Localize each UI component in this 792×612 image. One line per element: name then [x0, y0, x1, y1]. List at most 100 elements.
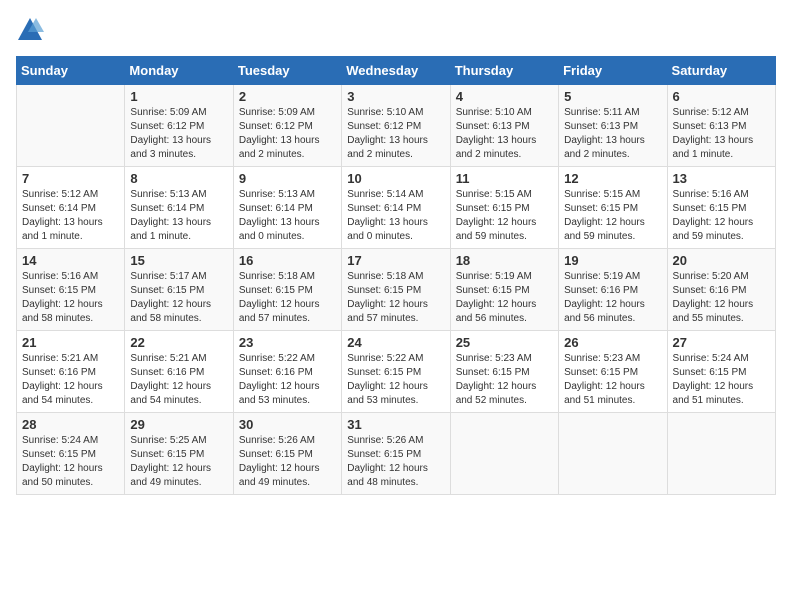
day-number: 24 [347, 335, 444, 350]
logo-icon [16, 16, 44, 44]
day-number: 18 [456, 253, 553, 268]
calendar-cell: 2 Sunrise: 5:09 AM Sunset: 6:12 PM Daylig… [233, 85, 341, 167]
day-info: Sunrise: 5:15 AM Sunset: 6:15 PM Dayligh… [564, 188, 661, 244]
day-number: 20 [673, 253, 770, 268]
page-header [16, 16, 776, 44]
col-monday: Monday [125, 57, 233, 85]
day-info: Sunrise: 5:09 AM Sunset: 6:12 PM Dayligh… [130, 106, 227, 162]
day-info: Sunrise: 5:09 AM Sunset: 6:12 PM Dayligh… [239, 106, 336, 162]
calendar-table: Sunday Monday Tuesday Wednesday Thursday… [16, 56, 776, 495]
calendar-cell: 30 Sunrise: 5:26 AM Sunset: 6:15 PM Dayli… [233, 413, 341, 495]
day-info: Sunrise: 5:10 AM Sunset: 6:12 PM Dayligh… [347, 106, 444, 162]
day-info: Sunrise: 5:16 AM Sunset: 6:15 PM Dayligh… [22, 270, 119, 326]
day-info: Sunrise: 5:11 AM Sunset: 6:13 PM Dayligh… [564, 106, 661, 162]
day-number: 13 [673, 171, 770, 186]
calendar-cell: 31 Sunrise: 5:26 AM Sunset: 6:15 PM Dayli… [342, 413, 450, 495]
calendar-cell: 6Sunrise: 5:12 AM Sunset: 6:13 PM Daylig… [667, 85, 775, 167]
calendar-cell: 4 Sunrise: 5:10 AM Sunset: 6:13 PM Daylig… [450, 85, 558, 167]
day-info: Sunrise: 5:25 AM Sunset: 6:15 PM Dayligh… [130, 434, 227, 490]
calendar-cell: 21Sunrise: 5:21 AM Sunset: 6:16 PM Dayli… [17, 331, 125, 413]
col-saturday: Saturday [667, 57, 775, 85]
day-number: 23 [239, 335, 336, 350]
calendar-cell: 12 Sunrise: 5:15 AM Sunset: 6:15 PM Dayli… [559, 167, 667, 249]
calendar-cell: 24 Sunrise: 5:22 AM Sunset: 6:15 PM Dayli… [342, 331, 450, 413]
day-number: 3 [347, 89, 444, 104]
day-info: Sunrise: 5:26 AM Sunset: 6:15 PM Dayligh… [239, 434, 336, 490]
calendar-cell: 27 Sunrise: 5:24 AM Sunset: 6:15 PM Dayli… [667, 331, 775, 413]
calendar-cell [17, 85, 125, 167]
calendar-week-row: 7 Sunrise: 5:12 AM Sunset: 6:14 PM Daylig… [17, 167, 776, 249]
day-info: Sunrise: 5:22 AM Sunset: 6:15 PM Dayligh… [347, 352, 444, 408]
calendar-cell: 18 Sunrise: 5:19 AM Sunset: 6:15 PM Dayli… [450, 249, 558, 331]
day-info: Sunrise: 5:13 AM Sunset: 6:14 PM Dayligh… [130, 188, 227, 244]
calendar-cell: 5 Sunrise: 5:11 AM Sunset: 6:13 PM Daylig… [559, 85, 667, 167]
day-number: 26 [564, 335, 661, 350]
calendar-cell: 23Sunrise: 5:22 AM Sunset: 6:16 PM Dayli… [233, 331, 341, 413]
day-info: Sunrise: 5:24 AM Sunset: 6:15 PM Dayligh… [673, 352, 770, 408]
day-number: 31 [347, 417, 444, 432]
day-info: Sunrise: 5:19 AM Sunset: 6:16 PM Dayligh… [564, 270, 661, 326]
day-number: 28 [22, 417, 119, 432]
col-tuesday: Tuesday [233, 57, 341, 85]
day-info: Sunrise: 5:12 AM Sunset: 6:14 PM Dayligh… [22, 188, 119, 244]
calendar-week-row: 21 Sunrise: 5:21 AM Sunset: 6:16 PM Dayli… [17, 331, 776, 413]
day-number: 15 [130, 253, 227, 268]
day-number: 29 [130, 417, 227, 432]
day-number: 27 [673, 335, 770, 350]
calendar-cell: 11 Sunrise: 5:15 AM Sunset: 6:15 PM Dayli… [450, 167, 558, 249]
day-info: Sunrise: 5:13 AM Sunset: 6:14 PM Dayligh… [239, 188, 336, 244]
day-info: Sunrise: 5:16 AM Sunset: 6:15 PM Dayligh… [673, 188, 770, 244]
calendar-week-row: 28 Sunrise: 5:24 AM Sunset: 6:15 PM Dayli… [17, 413, 776, 495]
day-info: Sunrise: 5:21 AM Sunset: 6:16 PM Dayligh… [130, 352, 227, 408]
day-number: 12 [564, 171, 661, 186]
day-number: 5 [564, 89, 661, 104]
calendar-cell: 7 Sunrise: 5:12 AM Sunset: 6:14 PM Daylig… [17, 167, 125, 249]
calendar-cell: 19 Sunrise: 5:19 AM Sunset: 6:16 PM Dayli… [559, 249, 667, 331]
calendar-cell: 28 Sunrise: 5:24 AM Sunset: 6:15 PM Dayli… [17, 413, 125, 495]
day-info: Sunrise: 5:19 AM Sunset: 6:15 PM Dayligh… [456, 270, 553, 326]
day-number: 25 [456, 335, 553, 350]
calendar-cell: 16Sunrise: 5:18 AM Sunset: 6:15 PM Dayli… [233, 249, 341, 331]
calendar-cell: 29 Sunrise: 5:25 AM Sunset: 6:15 PM Dayli… [125, 413, 233, 495]
calendar-cell: 20 Sunrise: 5:20 AM Sunset: 6:16 PM Dayli… [667, 249, 775, 331]
day-info: Sunrise: 5:14 AM Sunset: 6:14 PM Dayligh… [347, 188, 444, 244]
day-number: 19 [564, 253, 661, 268]
day-info: Sunrise: 5:12 AM Sunset: 6:13 PM Dayligh… [673, 106, 770, 162]
calendar-cell [450, 413, 558, 495]
day-number: 30 [239, 417, 336, 432]
calendar-cell: 26 Sunrise: 5:23 AM Sunset: 6:15 PM Dayli… [559, 331, 667, 413]
calendar-header-row: Sunday Monday Tuesday Wednesday Thursday… [17, 57, 776, 85]
calendar-cell: 13 Sunrise: 5:16 AM Sunset: 6:15 PM Dayli… [667, 167, 775, 249]
day-info: Sunrise: 5:15 AM Sunset: 6:15 PM Dayligh… [456, 188, 553, 244]
day-number: 2 [239, 89, 336, 104]
calendar-cell: 9 Sunrise: 5:13 AM Sunset: 6:14 PM Daylig… [233, 167, 341, 249]
calendar-cell: 1 Sunrise: 5:09 AM Sunset: 6:12 PM Daylig… [125, 85, 233, 167]
day-info: Sunrise: 5:26 AM Sunset: 6:15 PM Dayligh… [347, 434, 444, 490]
calendar-cell: 22Sunrise: 5:21 AM Sunset: 6:16 PM Dayli… [125, 331, 233, 413]
day-number: 7 [22, 171, 119, 186]
day-number: 16 [239, 253, 336, 268]
day-info: Sunrise: 5:23 AM Sunset: 6:15 PM Dayligh… [564, 352, 661, 408]
col-friday: Friday [559, 57, 667, 85]
day-number: 1 [130, 89, 227, 104]
day-number: 21 [22, 335, 119, 350]
col-thursday: Thursday [450, 57, 558, 85]
day-info: Sunrise: 5:20 AM Sunset: 6:16 PM Dayligh… [673, 270, 770, 326]
day-number: 14 [22, 253, 119, 268]
day-info: Sunrise: 5:23 AM Sunset: 6:15 PM Dayligh… [456, 352, 553, 408]
calendar-cell [667, 413, 775, 495]
day-number: 17 [347, 253, 444, 268]
day-number: 4 [456, 89, 553, 104]
calendar-cell: 8Sunrise: 5:13 AM Sunset: 6:14 PM Daylig… [125, 167, 233, 249]
calendar-cell: 10Sunrise: 5:14 AM Sunset: 6:14 PM Dayli… [342, 167, 450, 249]
calendar-cell: 15Sunrise: 5:17 AM Sunset: 6:15 PM Dayli… [125, 249, 233, 331]
day-info: Sunrise: 5:24 AM Sunset: 6:15 PM Dayligh… [22, 434, 119, 490]
calendar-week-row: 1 Sunrise: 5:09 AM Sunset: 6:12 PM Daylig… [17, 85, 776, 167]
col-wednesday: Wednesday [342, 57, 450, 85]
calendar-week-row: 14 Sunrise: 5:16 AM Sunset: 6:15 PM Dayli… [17, 249, 776, 331]
calendar-cell: 3 Sunrise: 5:10 AM Sunset: 6:12 PM Daylig… [342, 85, 450, 167]
day-info: Sunrise: 5:10 AM Sunset: 6:13 PM Dayligh… [456, 106, 553, 162]
col-sunday: Sunday [17, 57, 125, 85]
day-number: 11 [456, 171, 553, 186]
day-number: 9 [239, 171, 336, 186]
